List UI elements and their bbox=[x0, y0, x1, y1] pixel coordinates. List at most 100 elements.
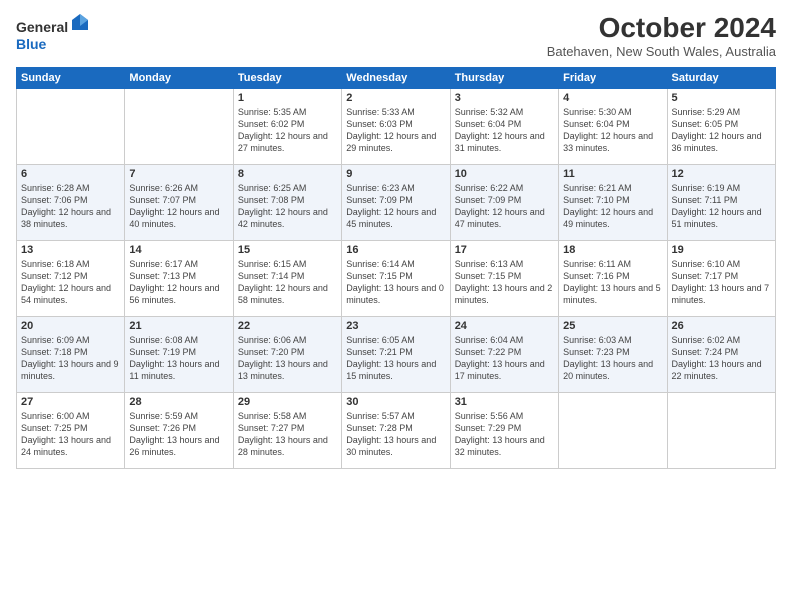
sunrise-text: Sunrise: 5:32 AM bbox=[455, 106, 554, 118]
table-row: 13Sunrise: 6:18 AMSunset: 7:12 PMDayligh… bbox=[17, 241, 125, 317]
sunset-text: Sunset: 7:16 PM bbox=[563, 270, 662, 282]
daylight-text: Daylight: 12 hours and 49 minutes. bbox=[563, 206, 662, 230]
day-info: Sunrise: 6:02 AMSunset: 7:24 PMDaylight:… bbox=[672, 334, 771, 383]
day-info: Sunrise: 6:17 AMSunset: 7:13 PMDaylight:… bbox=[129, 258, 228, 307]
table-row: 21Sunrise: 6:08 AMSunset: 7:19 PMDayligh… bbox=[125, 317, 233, 393]
sunset-text: Sunset: 7:24 PM bbox=[672, 346, 771, 358]
table-row: 1Sunrise: 5:35 AMSunset: 6:02 PMDaylight… bbox=[233, 89, 341, 165]
sunset-text: Sunset: 7:17 PM bbox=[672, 270, 771, 282]
sunset-text: Sunset: 7:28 PM bbox=[346, 422, 445, 434]
calendar-header-row: Sunday Monday Tuesday Wednesday Thursday… bbox=[17, 68, 776, 89]
day-number: 14 bbox=[129, 244, 228, 256]
day-number: 16 bbox=[346, 244, 445, 256]
table-row: 25 Sunrise: 6:03 AMSunset: 7:23 PMDayligh… bbox=[559, 317, 667, 393]
sunset-text: Sunset: 7:15 PM bbox=[346, 270, 445, 282]
day-info: Sunrise: 5:29 AMSunset: 6:05 PMDaylight:… bbox=[672, 106, 771, 155]
table-row: 4Sunrise: 5:30 AMSunset: 6:04 PMDaylight… bbox=[559, 89, 667, 165]
sunset-text: Sunset: 6:05 PM bbox=[672, 118, 771, 130]
sunrise-text: Sunrise: 6:06 AM bbox=[238, 334, 337, 346]
day-number: 28 bbox=[129, 396, 228, 408]
logo-icon bbox=[70, 12, 90, 32]
table-row: 24 Sunrise: 6:04 AMSunset: 7:22 PMDayligh… bbox=[450, 317, 558, 393]
day-number: 26 bbox=[672, 320, 771, 332]
day-info: Sunrise: 6:28 AMSunset: 7:06 PMDaylight:… bbox=[21, 182, 120, 231]
sunset-text: Sunset: 7:25 PM bbox=[21, 422, 120, 434]
sunrise-text: Sunrise: 5:35 AM bbox=[238, 106, 337, 118]
logo-blue-text: Blue bbox=[16, 36, 46, 52]
sunrise-text: Sunrise: 6:23 AM bbox=[346, 182, 445, 194]
sunrise-text: Sunrise: 6:22 AM bbox=[455, 182, 554, 194]
sunrise-text: Sunrise: 6:26 AM bbox=[129, 182, 228, 194]
sunrise-text: Sunrise: 6:13 AM bbox=[455, 258, 554, 270]
day-number: 25 bbox=[563, 320, 662, 332]
day-info: Sunrise: 6:04 AMSunset: 7:22 PMDaylight:… bbox=[455, 334, 554, 383]
day-info: Sunrise: 6:13 AMSunset: 7:15 PMDaylight:… bbox=[455, 258, 554, 307]
sunset-text: Sunset: 7:11 PM bbox=[672, 194, 771, 206]
day-number: 21 bbox=[129, 320, 228, 332]
sunset-text: Sunset: 7:20 PM bbox=[238, 346, 337, 358]
day-info: Sunrise: 6:06 AMSunset: 7:20 PMDaylight:… bbox=[238, 334, 337, 383]
daylight-text: Daylight: 12 hours and 36 minutes. bbox=[672, 130, 771, 154]
sunset-text: Sunset: 7:15 PM bbox=[455, 270, 554, 282]
table-row: 29Sunrise: 5:58 AMSunset: 7:27 PMDayligh… bbox=[233, 393, 341, 469]
sunrise-text: Sunrise: 6:05 AM bbox=[346, 334, 445, 346]
daylight-text: Daylight: 13 hours and 0 minutes. bbox=[346, 282, 445, 306]
daylight-text: Daylight: 13 hours and 15 minutes. bbox=[346, 358, 445, 382]
col-wednesday: Wednesday bbox=[342, 68, 450, 89]
day-number: 12 bbox=[672, 168, 771, 180]
daylight-text: Daylight: 13 hours and 30 minutes. bbox=[346, 434, 445, 458]
calendar-table: Sunday Monday Tuesday Wednesday Thursday… bbox=[16, 67, 776, 469]
sunrise-text: Sunrise: 6:08 AM bbox=[129, 334, 228, 346]
day-number: 8 bbox=[238, 168, 337, 180]
daylight-text: Daylight: 12 hours and 40 minutes. bbox=[129, 206, 228, 230]
table-row bbox=[559, 393, 667, 469]
daylight-text: Daylight: 12 hours and 45 minutes. bbox=[346, 206, 445, 230]
table-row bbox=[125, 89, 233, 165]
calendar-week-row: 1Sunrise: 5:35 AMSunset: 6:02 PMDaylight… bbox=[17, 89, 776, 165]
calendar-week-row: 13Sunrise: 6:18 AMSunset: 7:12 PMDayligh… bbox=[17, 241, 776, 317]
day-info: Sunrise: 6:10 AMSunset: 7:17 PMDaylight:… bbox=[672, 258, 771, 307]
daylight-text: Daylight: 12 hours and 54 minutes. bbox=[21, 282, 120, 306]
sunset-text: Sunset: 7:14 PM bbox=[238, 270, 337, 282]
daylight-text: Daylight: 12 hours and 58 minutes. bbox=[238, 282, 337, 306]
sunset-text: Sunset: 6:04 PM bbox=[455, 118, 554, 130]
day-info: Sunrise: 5:56 AMSunset: 7:29 PMDaylight:… bbox=[455, 410, 554, 459]
sunrise-text: Sunrise: 6:11 AM bbox=[563, 258, 662, 270]
logo: General Blue bbox=[16, 12, 90, 53]
day-info: Sunrise: 6:11 AMSunset: 7:16 PMDaylight:… bbox=[563, 258, 662, 307]
daylight-text: Daylight: 13 hours and 32 minutes. bbox=[455, 434, 554, 458]
location-title: Batehaven, New South Wales, Australia bbox=[547, 44, 776, 59]
day-number: 20 bbox=[21, 320, 120, 332]
daylight-text: Daylight: 13 hours and 5 minutes. bbox=[563, 282, 662, 306]
sunrise-text: Sunrise: 5:33 AM bbox=[346, 106, 445, 118]
day-number: 24 bbox=[455, 320, 554, 332]
day-number: 7 bbox=[129, 168, 228, 180]
daylight-text: Daylight: 13 hours and 22 minutes. bbox=[672, 358, 771, 382]
table-row: 23Sunrise: 6:05 AMSunset: 7:21 PMDayligh… bbox=[342, 317, 450, 393]
table-row: 3Sunrise: 5:32 AMSunset: 6:04 PMDaylight… bbox=[450, 89, 558, 165]
logo-general-text: General bbox=[16, 19, 68, 35]
table-row bbox=[667, 393, 775, 469]
daylight-text: Daylight: 13 hours and 20 minutes. bbox=[563, 358, 662, 382]
day-number: 31 bbox=[455, 396, 554, 408]
table-row: 8Sunrise: 6:25 AMSunset: 7:08 PMDaylight… bbox=[233, 165, 341, 241]
day-number: 18 bbox=[563, 244, 662, 256]
day-number: 11 bbox=[563, 168, 662, 180]
day-number: 9 bbox=[346, 168, 445, 180]
daylight-text: Daylight: 13 hours and 26 minutes. bbox=[129, 434, 228, 458]
daylight-text: Daylight: 13 hours and 28 minutes. bbox=[238, 434, 337, 458]
sunrise-text: Sunrise: 6:04 AM bbox=[455, 334, 554, 346]
table-row: 15Sunrise: 6:15 AMSunset: 7:14 PMDayligh… bbox=[233, 241, 341, 317]
table-row: 31 Sunrise: 5:56 AMSunset: 7:29 PMDayligh… bbox=[450, 393, 558, 469]
table-row: 27Sunrise: 6:00 AMSunset: 7:25 PMDayligh… bbox=[17, 393, 125, 469]
day-number: 3 bbox=[455, 92, 554, 104]
sunrise-text: Sunrise: 6:17 AM bbox=[129, 258, 228, 270]
page: General Blue October 2024 Batehaven, New… bbox=[0, 0, 792, 612]
sunset-text: Sunset: 7:12 PM bbox=[21, 270, 120, 282]
daylight-text: Daylight: 12 hours and 27 minutes. bbox=[238, 130, 337, 154]
sunset-text: Sunset: 7:22 PM bbox=[455, 346, 554, 358]
month-title: October 2024 bbox=[547, 12, 776, 44]
day-info: Sunrise: 6:03 AMSunset: 7:23 PMDaylight:… bbox=[563, 334, 662, 383]
day-info: Sunrise: 5:35 AMSunset: 6:02 PMDaylight:… bbox=[238, 106, 337, 155]
sunset-text: Sunset: 7:07 PM bbox=[129, 194, 228, 206]
